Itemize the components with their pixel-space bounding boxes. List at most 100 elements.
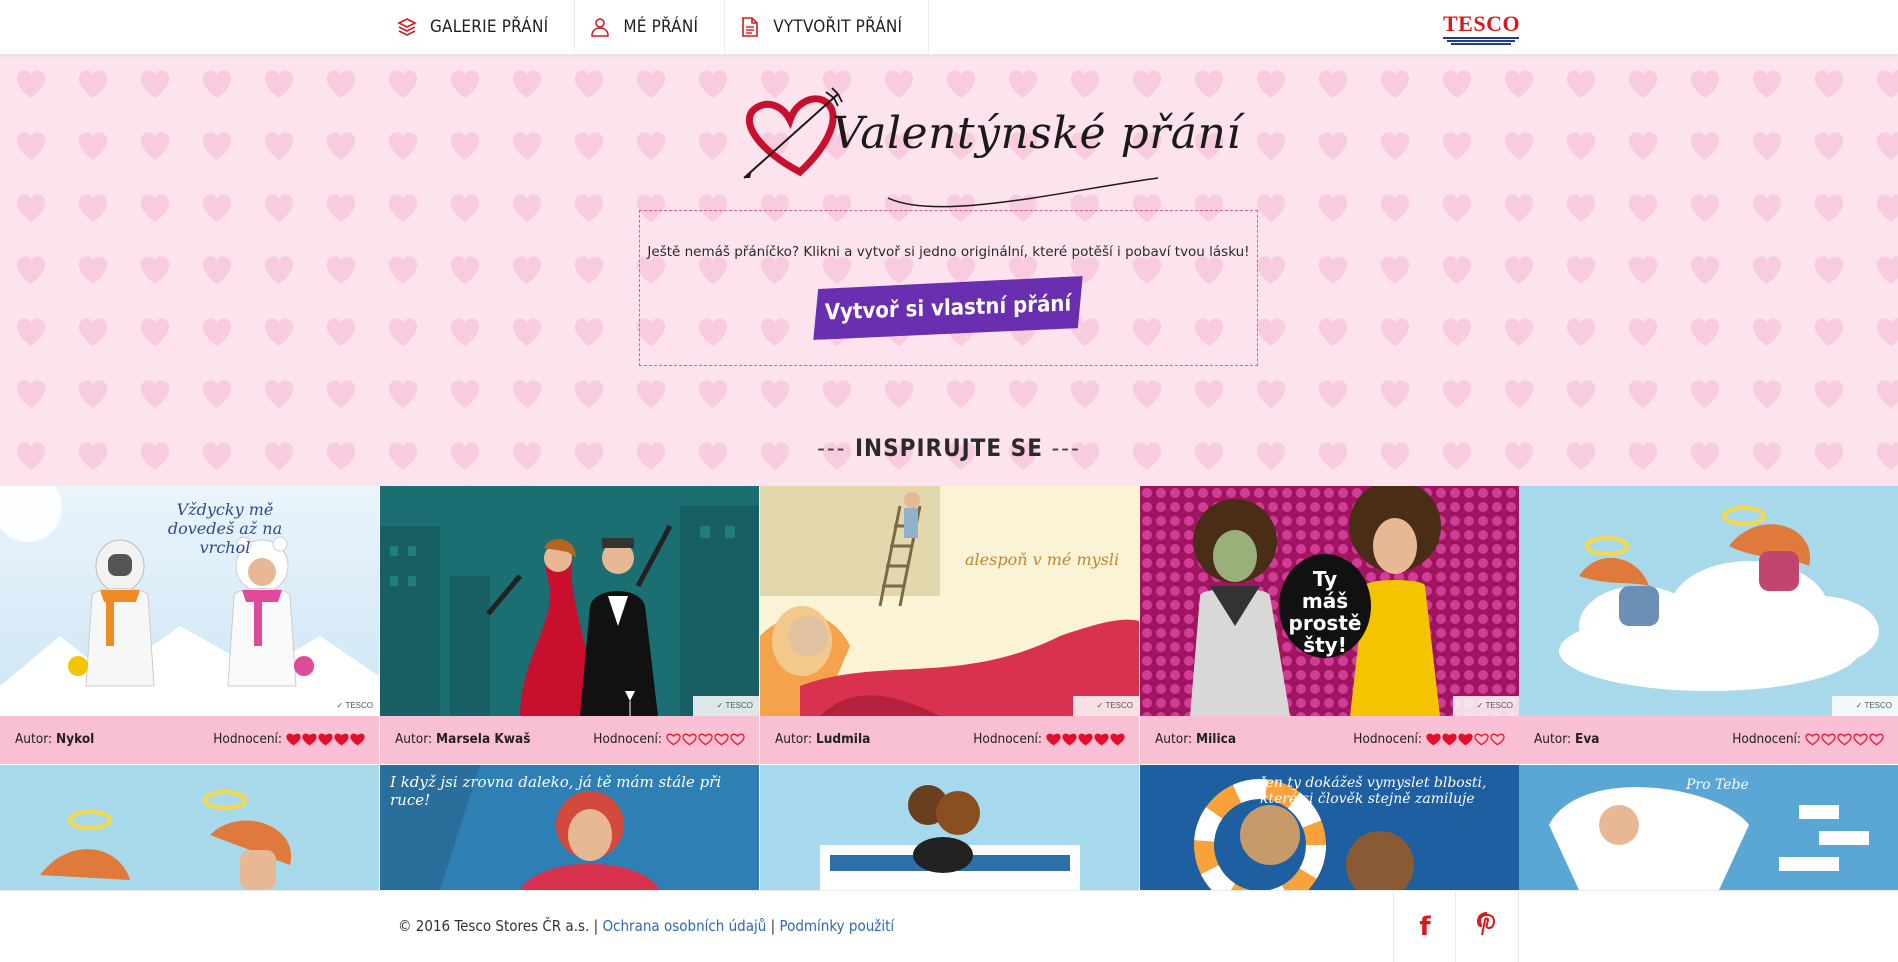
document-icon — [739, 16, 761, 38]
card-image[interactable]: I když jsi zrovna daleko, já tě mám stál… — [380, 765, 759, 890]
heart-outline-icon[interactable] — [1837, 732, 1852, 746]
stack-icon — [396, 16, 418, 38]
terms-link[interactable]: Podmínky použití — [779, 917, 894, 935]
facebook-link[interactable]: f — [1393, 891, 1456, 962]
tesco-logo-text: TESCO — [1443, 11, 1521, 36]
privacy-link[interactable]: Ochrana osobních údajů — [602, 917, 766, 935]
card-meta: Autor: Milica Hodnocení: — [1140, 716, 1519, 764]
valentine-logo: Valentýnské přání — [738, 80, 1240, 225]
card-author: Autor: Eva — [1534, 731, 1600, 747]
heart-outline-icon[interactable] — [1853, 732, 1868, 746]
svg-text:šty!: šty! — [1303, 633, 1347, 657]
top-navigation-bar: GALERIE PŘÁNÍ MÉ PŘÁNÍ VYTVOŘIT PŘÁNÍ TE… — [0, 0, 1898, 55]
heart-outline-icon[interactable] — [1869, 732, 1884, 746]
card-rating: Hodnocení: — [213, 731, 365, 747]
heart-filled-icon[interactable] — [350, 732, 365, 746]
card-caption: Jen ty dokážeš vymyslet blbosti, které s… — [1260, 775, 1487, 807]
heart-filled-icon[interactable] — [1078, 732, 1093, 746]
card-image[interactable]: ✓ TESCO — [1519, 486, 1898, 716]
heart-outline-icon[interactable] — [1490, 732, 1505, 746]
gallery-grid: Vždycky mě dovedeš až na vrchol ✓ TESCO … — [0, 486, 1898, 890]
create-wish-button[interactable]: Vytvoř si vlastní přání — [813, 276, 1084, 340]
heart-outline-icon[interactable] — [1821, 732, 1836, 746]
card-meta: Autor: Ludmila Hodnocení: — [760, 716, 1139, 764]
card-meta: Autor: Eva Hodnocení: — [1519, 716, 1898, 764]
heart-filled-icon[interactable] — [1442, 732, 1457, 746]
nav-gallery-label: GALERIE PŘÁNÍ — [430, 17, 549, 37]
pinterest-icon — [1476, 912, 1497, 941]
card-rating: Hodnocení: — [593, 731, 745, 747]
footer: © 2016 Tesco Stores ČR a.s. | Ochrana os… — [0, 890, 1898, 962]
facebook-icon: f — [1419, 911, 1431, 942]
card-meta: Autor: Nykol Hodnocení: — [0, 716, 379, 764]
tesco-watermark: ✓ TESCO — [313, 696, 379, 716]
heart-filled-icon[interactable] — [318, 732, 333, 746]
card-image[interactable]: Pro Tebe — [1519, 765, 1898, 890]
heart-outline-icon[interactable] — [698, 732, 713, 746]
card-caption: Pro Tebe — [1686, 777, 1749, 793]
card-image[interactable] — [760, 765, 1139, 890]
rating-hearts[interactable] — [285, 732, 365, 746]
card-rating: Hodnocení: — [973, 731, 1125, 747]
nav-create-wish-label: VYTVOŘIT PŘÁNÍ — [773, 17, 903, 37]
tesco-watermark: ✓ TESCO — [1073, 696, 1139, 716]
card-caption: Vždycky mě dovedeš až na vrchol — [167, 500, 283, 557]
card-author: Autor: Marsela Kwaš — [395, 731, 531, 747]
rating-hearts[interactable] — [665, 732, 745, 746]
heart-outline-icon[interactable] — [682, 732, 697, 746]
card-rating: Hodnocení: — [1353, 731, 1505, 747]
card-author: Autor: Nykol — [15, 731, 95, 747]
heart-filled-icon[interactable] — [1426, 732, 1441, 746]
card-image[interactable]: ✓ TESCO — [380, 486, 759, 716]
heart-outline-icon[interactable] — [666, 732, 681, 746]
logo-title: Valentýnské přání — [832, 108, 1241, 159]
user-icon — [589, 16, 611, 38]
card-meta: Autor: Marsela Kwaš Hodnocení: — [380, 716, 759, 764]
pinterest-link[interactable] — [1455, 891, 1519, 962]
heart-outline-icon[interactable] — [714, 732, 729, 746]
card-rating: Hodnocení: — [1732, 731, 1884, 747]
heart-filled-icon[interactable] — [334, 732, 349, 746]
tesco-logo[interactable]: TESCO — [1443, 11, 1521, 45]
card-caption: alespoň v mé mysli — [965, 550, 1120, 569]
tesco-watermark: ✓ TESCO — [1832, 696, 1898, 716]
rating-hearts[interactable] — [1804, 732, 1884, 746]
heart-filled-icon[interactable] — [286, 732, 301, 746]
footer-text: © 2016 Tesco Stores ČR a.s. | Ochrana os… — [398, 917, 895, 935]
rating-hearts[interactable] — [1425, 732, 1505, 746]
heart-filled-icon[interactable] — [1062, 732, 1077, 746]
tesco-watermark: ✓ TESCO — [693, 696, 759, 716]
section-title: --- INSPIRUJTE SE --- — [817, 434, 1081, 462]
card-image[interactable]: Ty máš prostě šty! ✓ TESCO — [1140, 486, 1519, 716]
svg-text:máš: máš — [1302, 589, 1348, 613]
svg-text:prostě: prostě — [1289, 611, 1362, 635]
heart-outline-icon[interactable] — [1805, 732, 1820, 746]
nav-gallery[interactable]: GALERIE PŘÁNÍ — [380, 0, 576, 54]
promo-box: Ještě nemáš přáníčko? Klikni a vytvoř si… — [639, 210, 1258, 366]
card-author: Autor: Milica — [1155, 731, 1237, 747]
heart-filled-icon[interactable] — [1110, 732, 1125, 746]
nav-my-wishes-label: MÉ PŘÁNÍ — [623, 17, 699, 37]
rating-hearts[interactable] — [1045, 732, 1125, 746]
heart-filled-icon[interactable] — [1094, 732, 1109, 746]
card-image[interactable]: Vždycky mě dovedeš až na vrchol ✓ TESCO — [0, 486, 379, 716]
tesco-watermark: ✓ TESCO — [1453, 696, 1519, 716]
heart-outline-icon[interactable] — [1474, 732, 1489, 746]
copyright: © 2016 Tesco Stores ČR a.s. | — [398, 917, 599, 935]
nav-create-wish[interactable]: VYTVOŘIT PŘÁNÍ — [725, 0, 930, 54]
heart-filled-icon[interactable] — [1458, 732, 1473, 746]
card-image[interactable] — [0, 765, 379, 890]
card-caption: I když jsi zrovna daleko, já tě mám stál… — [390, 773, 722, 809]
heart-filled-icon[interactable] — [1046, 732, 1061, 746]
svg-text:Ty: Ty — [1313, 567, 1337, 591]
nav-my-wishes[interactable]: MÉ PŘÁNÍ — [575, 0, 726, 54]
section-title-text: INSPIRUJTE SE — [855, 434, 1043, 462]
promo-text: Ještě nemáš přáníčko? Klikni a vytvoř si… — [647, 244, 1250, 260]
card-image[interactable]: Jen ty dokážeš vymyslet blbosti, které s… — [1140, 765, 1519, 890]
main-nav: GALERIE PŘÁNÍ MÉ PŘÁNÍ VYTVOŘIT PŘÁNÍ — [380, 0, 930, 54]
heart-filled-icon[interactable] — [302, 732, 317, 746]
card-author: Autor: Ludmila — [775, 731, 871, 747]
card-image[interactable]: alespoň v mé mysli ✓ TESCO — [760, 486, 1139, 716]
heart-outline-icon[interactable] — [730, 732, 745, 746]
hero-section: Valentýnské přání Ještě nemáš přáníčko? … — [0, 54, 1898, 486]
